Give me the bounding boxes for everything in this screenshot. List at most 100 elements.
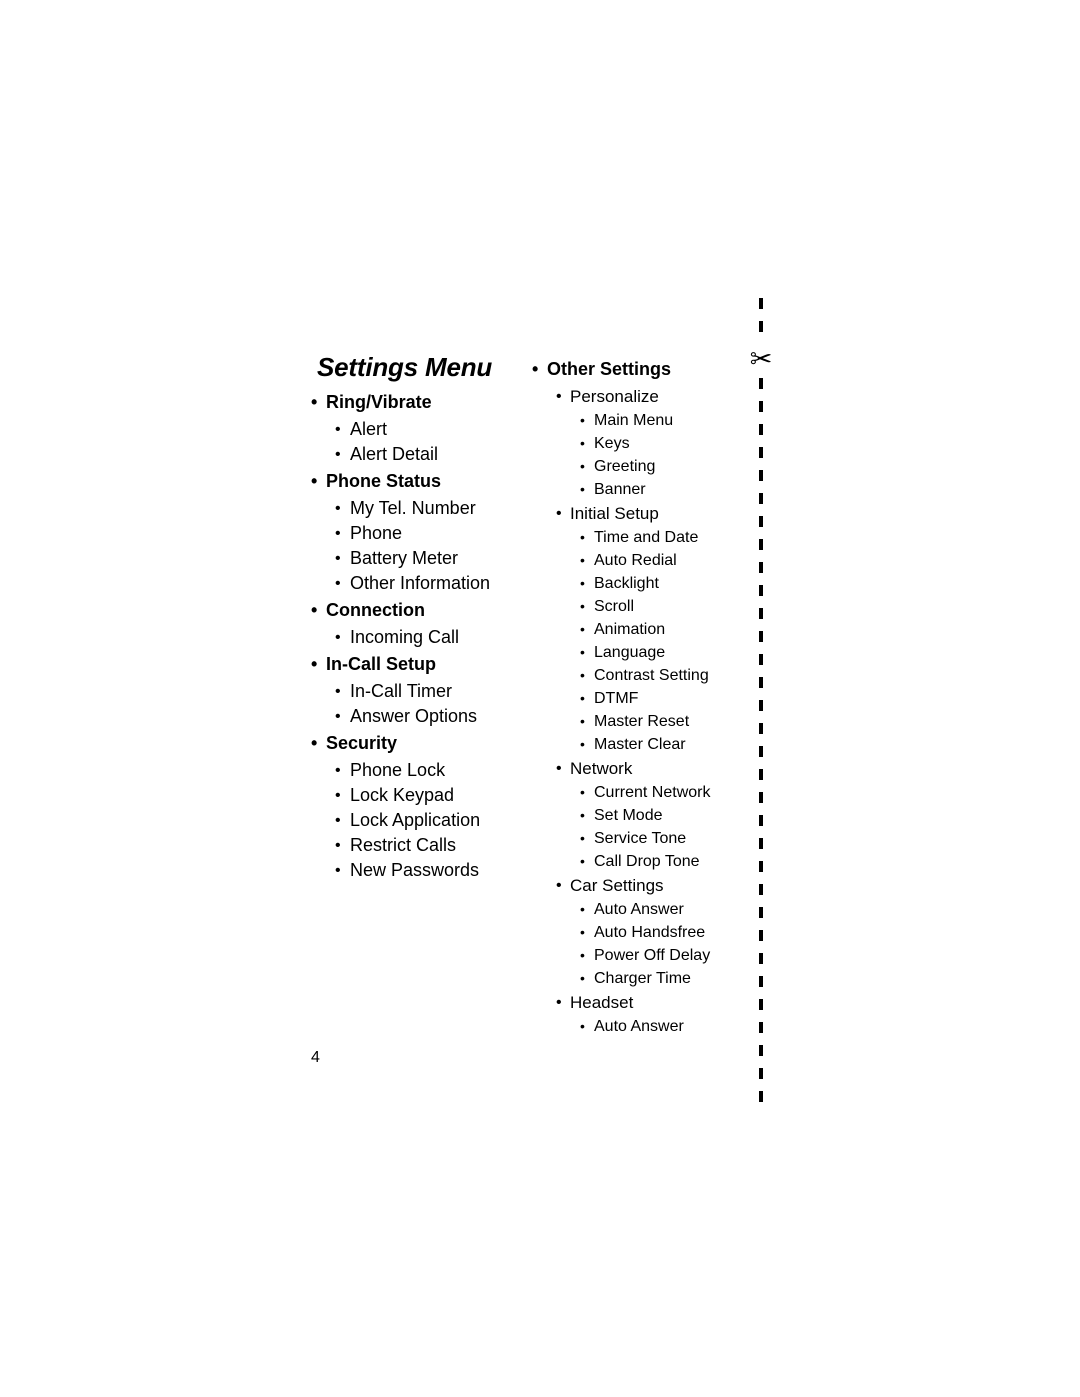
bullet-icon: • [580,901,585,917]
bullet-icon: • [580,529,585,545]
list-item: • Phone Lock [335,758,526,783]
subgroup-label-list: • Network [532,756,747,781]
list-item: • My Tel. Number [335,496,526,521]
list-item-label: Auto Answer [594,901,684,918]
cut-line-upper [759,298,763,344]
settings-group: • Connection • Incoming Call [311,596,526,650]
other-settings-root: • Other Settings [532,355,747,384]
settings-group: • Security • Phone Lock • Lock Keypad • Lock Ap… [311,729,526,883]
bullet-icon: • [580,924,585,940]
bullet-icon: • [335,550,341,567]
list-item-label: Time and Date [594,529,699,546]
group-heading: • In-Call Setup [311,650,526,679]
bullet-icon: • [580,1018,585,1034]
list-item-label: Scroll [594,598,635,615]
subgroup-label-list: • Headset [532,990,747,1015]
group-heading: • Connection [311,596,526,625]
list-item: • Auto Redial [580,549,747,572]
subgroup-label-label: Initial Setup [570,504,659,523]
list-item: • Service Tone [580,827,747,850]
scissors-icon: ✂ [749,344,773,374]
bullet-icon: • [580,575,585,591]
list-item: • Other Information [335,571,526,596]
section-heading-label: Other Settings [547,359,672,379]
settings-group: • In-Call Setup • In-Call Timer • Answer Opti… [311,650,526,729]
list-item-label: Lock Keypad [350,785,455,805]
bullet-icon: • [335,762,341,779]
list-item-label: Animation [594,621,666,638]
bullet-icon: • [556,877,562,894]
subgroup-label-label: Car Settings [570,876,664,895]
group-heading-label: Security [326,733,398,753]
bullet-icon: • [556,388,562,405]
settings-subgroup: • Network • Current Network • Set Mode • Servic… [532,756,747,873]
document-page: Settings Menu • Ring/Vibrate • Alert • Alert … [0,0,1080,1397]
list-item: • Animation [580,618,747,641]
list-item-label: Alert Detail [350,444,439,464]
group-heading: • Phone Status [311,467,526,496]
list-item: • Lock Application [335,808,526,833]
list-item-label: Answer Options [350,706,478,726]
bullet-icon: • [580,970,585,986]
bullet-icon: • [580,713,585,729]
bullet-icon: • [580,552,585,568]
group-item-list: • My Tel. Number • Phone • Battery Meter • Othe… [311,496,526,596]
list-item-label: Backlight [594,575,659,592]
list-item: • New Passwords [335,858,526,883]
bullet-icon: • [580,412,585,428]
list-item-label: Phone Lock [350,760,446,780]
settings-group-list: • Ring/Vibrate • Alert • Alert Detail • Phone S… [311,388,526,883]
list-item: • Language [580,641,747,664]
bullet-icon: • [580,690,585,706]
page-number: 4 [311,1049,320,1066]
group-heading-list: • Ring/Vibrate [311,388,526,417]
group-heading: • Security [311,729,526,758]
group-heading-label: Connection [326,600,425,620]
subgroup-label-label: Personalize [570,387,659,406]
bullet-icon: • [556,994,562,1011]
bullet-icon: • [580,644,585,660]
list-item: • Restrict Calls [335,833,526,858]
subgroup-item-list: • Current Network • Set Mode • Service Tone • C… [532,781,747,873]
list-item-label: Incoming Call [350,627,460,647]
list-item: • Power Off Delay [580,944,747,967]
list-item: • Alert Detail [335,442,526,467]
subgroup-label-label: Network [570,759,633,778]
bullet-icon: • [335,708,341,725]
list-item: • Lock Keypad [335,783,526,808]
list-item-label: Main Menu [594,412,674,429]
list-item-label: Banner [594,481,646,498]
list-item-label: Power Off Delay [594,947,711,964]
subgroup-item-list: • Main Menu • Keys • Greeting • Banner [532,409,747,501]
list-item: • Time and Date [580,526,747,549]
settings-subgroup: • Initial Setup • Time and Date • Auto Redial… [532,501,747,756]
list-item: • Greeting [580,455,747,478]
group-heading-list: • Connection [311,596,526,625]
group-heading: • Ring/Vibrate [311,388,526,417]
list-item: • Master Reset [580,710,747,733]
list-item: • Incoming Call [335,625,526,650]
list-item-label: Language [594,644,666,661]
settings-subgroup: • Car Settings • Auto Answer • Auto Handsfree… [532,873,747,990]
bullet-icon: • [335,862,341,879]
bullet-icon: • [556,505,562,522]
list-item: • Scroll [580,595,747,618]
bullet-icon: • [580,830,585,846]
list-item: • Master Clear [580,733,747,756]
list-item-label: Auto Redial [594,552,677,569]
left-column: Settings Menu • Ring/Vibrate • Alert • Alert … [311,352,526,883]
list-item: • Banner [580,478,747,501]
bullet-icon: • [580,598,585,614]
list-item-label: DTMF [594,690,639,707]
group-item-list: • Incoming Call [311,625,526,650]
list-item-label: Set Mode [594,807,663,824]
list-item-label: Auto Answer [594,1018,684,1035]
list-item: • Auto Answer [580,898,747,921]
list-item: • Answer Options [335,704,526,729]
subgroup-label: • Car Settings [556,873,747,898]
subgroup-label-list: • Initial Setup [532,501,747,526]
bullet-icon: • [580,481,585,497]
bullet-icon: • [580,736,585,752]
list-item-label: Auto Handsfree [594,924,706,941]
subgroup-label-list: • Personalize [532,384,747,409]
